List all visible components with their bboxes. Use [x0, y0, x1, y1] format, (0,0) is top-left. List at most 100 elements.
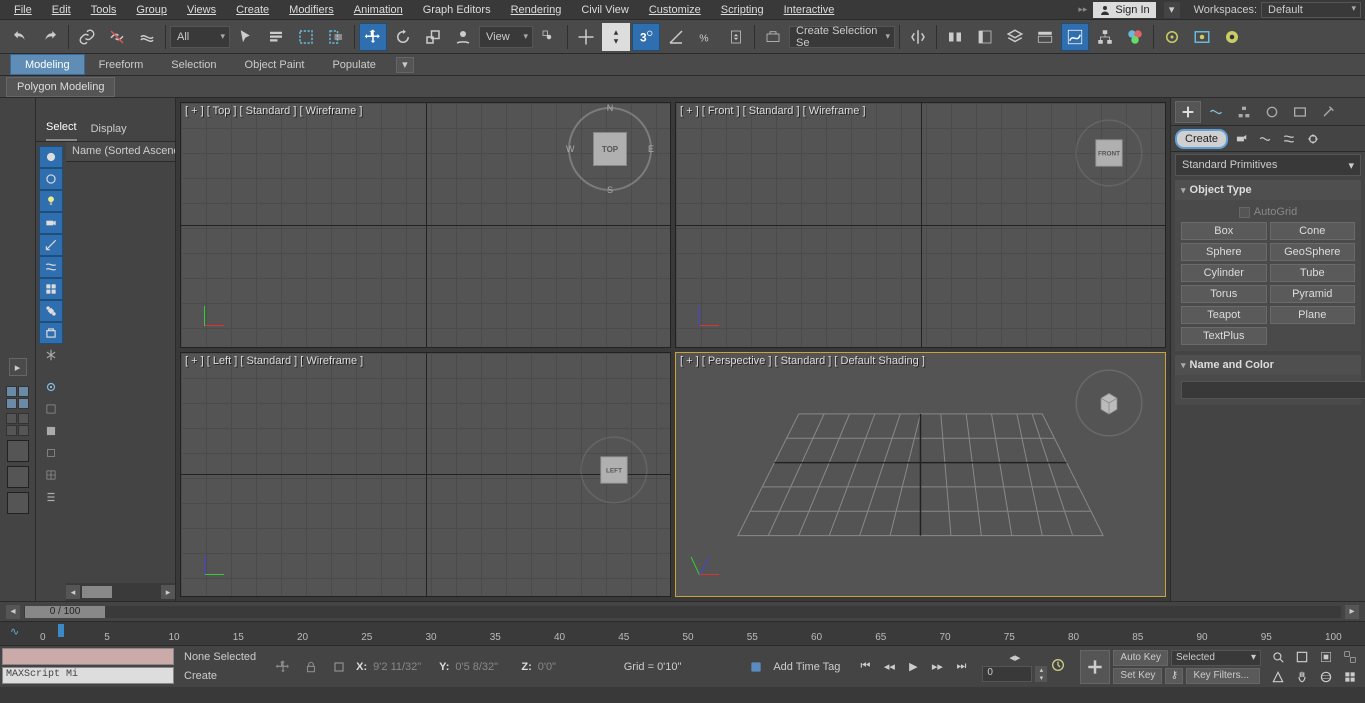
viewport-left-label[interactable]: [ + ] [ Left ] [ Standard ] [ Wireframe … — [185, 355, 363, 367]
scene-tab-display[interactable]: Display — [91, 117, 127, 141]
viewcube-top[interactable]: TOP NSEW — [580, 119, 640, 179]
scroll-left-icon[interactable]: ◂ — [66, 585, 80, 599]
menu-file[interactable]: File — [4, 2, 42, 18]
filter-containers-icon[interactable] — [39, 322, 63, 344]
ribbon-tab-modeling[interactable]: Modeling — [10, 54, 85, 75]
field-of-view-button[interactable] — [1267, 668, 1289, 686]
filter-shapes-icon[interactable] — [39, 168, 63, 190]
workspace-dropdown[interactable]: Default — [1261, 2, 1361, 18]
display-grid-icon[interactable] — [39, 464, 63, 486]
selection-lock-icon[interactable] — [272, 656, 294, 678]
filter-helpers-icon[interactable] — [39, 234, 63, 256]
angle-snap-button[interactable] — [662, 23, 690, 51]
ribbon-tab-selection[interactable]: Selection — [157, 54, 230, 75]
toggle-layer-explorer-button[interactable] — [1001, 23, 1029, 51]
sign-in-button[interactable]: Sign In — [1093, 2, 1155, 18]
filter-lights-icon[interactable] — [39, 190, 63, 212]
menu-overflow-icon[interactable]: ▸▸ — [1078, 4, 1087, 15]
set-key-big-button[interactable] — [1080, 650, 1110, 684]
play-button[interactable]: ▶ — [902, 656, 924, 678]
spinner-snap-button[interactable] — [722, 23, 750, 51]
menu-animation[interactable]: Animation — [344, 2, 413, 18]
cmd-tab-display[interactable] — [1287, 101, 1313, 123]
object-name-input[interactable] — [1181, 381, 1365, 399]
display-layer-icon[interactable] — [39, 442, 63, 464]
material-editor-button[interactable] — [1121, 23, 1149, 51]
menu-views[interactable]: Views — [177, 2, 226, 18]
coord-z-value[interactable]: 0'0" — [538, 661, 598, 673]
select-and-move-button[interactable] — [359, 23, 387, 51]
scene-hscroll[interactable]: ◂ ▸ — [66, 583, 175, 601]
ribbon-tab-freeform[interactable]: Freeform — [85, 54, 158, 75]
sub-geometry-icon[interactable] — [1230, 129, 1252, 149]
menu-civil-view[interactable]: Civil View — [571, 2, 638, 18]
next-frame-button[interactable]: ▸▸ — [926, 656, 948, 678]
scene-list-header[interactable]: Name (Sorted Ascending) — [66, 142, 175, 162]
viewcube-left[interactable]: LEFT — [590, 446, 638, 494]
display-filter-icon[interactable] — [39, 420, 63, 442]
scene-list[interactable]: Name (Sorted Ascending) ◂ ▸ — [66, 142, 175, 601]
sub-systems-icon[interactable] — [1302, 129, 1324, 149]
scene-tab-select[interactable]: Select — [46, 115, 77, 141]
lock-icon[interactable] — [300, 656, 322, 678]
create-textplus-button[interactable]: TextPlus — [1181, 327, 1267, 345]
key-filters-button[interactable]: Key Filters... — [1186, 668, 1260, 684]
snap-toggle-button[interactable]: 3 — [632, 23, 660, 51]
keyboard-shortcut-override-button[interactable] — [602, 23, 630, 51]
mirror-button[interactable] — [904, 23, 932, 51]
prev-frame-button[interactable]: ◂◂ — [878, 656, 900, 678]
coord-x-value[interactable]: 9'2 11/32" — [373, 661, 433, 673]
pan-button[interactable] — [1291, 668, 1313, 686]
create-geosphere-button[interactable]: GeoSphere — [1270, 243, 1356, 261]
toggle-scene-explorer-button[interactable] — [971, 23, 999, 51]
frame-number-input[interactable]: 0 — [982, 666, 1032, 682]
key-target-dropdown[interactable]: Selected▾ — [1171, 650, 1261, 666]
select-and-place-button[interactable] — [449, 23, 477, 51]
viewport-top[interactable]: [ + ] [ Top ] [ Standard ] [ Wireframe ]… — [180, 102, 671, 348]
viewport-layout-quad[interactable] — [6, 386, 29, 409]
create-teapot-button[interactable]: Teapot — [1181, 306, 1267, 324]
scroll-right-icon[interactable]: ▸ — [161, 585, 175, 599]
cmd-tab-modify[interactable] — [1203, 101, 1229, 123]
viewcube-front[interactable]: FRONT — [1085, 129, 1133, 177]
sub-shapes-icon[interactable] — [1254, 129, 1276, 149]
filter-cameras-icon[interactable] — [39, 212, 63, 234]
filter-groups-icon[interactable] — [39, 278, 63, 300]
viewport-top-label[interactable]: [ + ] [ Top ] [ Standard ] [ Wireframe ] — [185, 105, 362, 117]
create-plane-button[interactable]: Plane — [1270, 306, 1356, 324]
create-tube-button[interactable]: Tube — [1270, 264, 1356, 282]
create-category-dropdown[interactable]: Standard Primitives▾ — [1175, 154, 1361, 176]
ribbon-minimize-button[interactable]: ▾ — [396, 57, 414, 73]
curve-editor-button[interactable] — [1061, 23, 1089, 51]
filter-spacewarps-icon[interactable] — [39, 256, 63, 278]
sub-lights-icon[interactable] — [1278, 129, 1300, 149]
viewport-left[interactable]: [ + ] [ Left ] [ Standard ] [ Wireframe … — [180, 352, 671, 598]
use-pivot-center-button[interactable] — [535, 23, 563, 51]
create-cylinder-button[interactable]: Cylinder — [1181, 264, 1267, 282]
macro-recorder-box[interactable] — [2, 648, 174, 665]
display-none-icon[interactable] — [39, 398, 63, 420]
menu-create[interactable]: Create — [226, 2, 279, 18]
time-slider-thumb[interactable]: 0 / 100 — [25, 606, 105, 618]
menu-interactive[interactable]: Interactive — [774, 2, 845, 18]
render-setup-button[interactable] — [1158, 23, 1186, 51]
link-button[interactable] — [73, 23, 101, 51]
orbit-button[interactable] — [1315, 668, 1337, 686]
isolate-icon[interactable] — [328, 656, 350, 678]
viewport-layout-3[interactable] — [7, 440, 29, 462]
sign-in-dropdown[interactable]: ▾ — [1164, 2, 1180, 18]
autogrid-checkbox[interactable]: AutoGrid — [1181, 206, 1355, 218]
menu-tools[interactable]: Tools — [81, 2, 127, 18]
ribbon-panel-polygon-modeling[interactable]: Polygon Modeling — [6, 77, 115, 97]
create-pyramid-button[interactable]: Pyramid — [1270, 285, 1356, 303]
bind-spacewarp-button[interactable] — [133, 23, 161, 51]
add-time-tag-button[interactable]: Add Time Tag — [773, 661, 840, 673]
selection-filter-dropdown[interactable]: All — [170, 26, 230, 48]
select-region-rect-button[interactable] — [292, 23, 320, 51]
auto-key-button[interactable]: Auto Key — [1113, 650, 1168, 666]
menu-graph-editors[interactable]: Graph Editors — [413, 2, 501, 18]
mini-curve-editor-icon[interactable]: ∿ — [10, 625, 28, 641]
time-slider[interactable]: ◂ 0 / 100 ▸ — [0, 601, 1365, 621]
ribbon-tab-object-paint[interactable]: Object Paint — [231, 54, 319, 75]
rollout-name-color-header[interactable]: Name and Color — [1175, 355, 1361, 375]
